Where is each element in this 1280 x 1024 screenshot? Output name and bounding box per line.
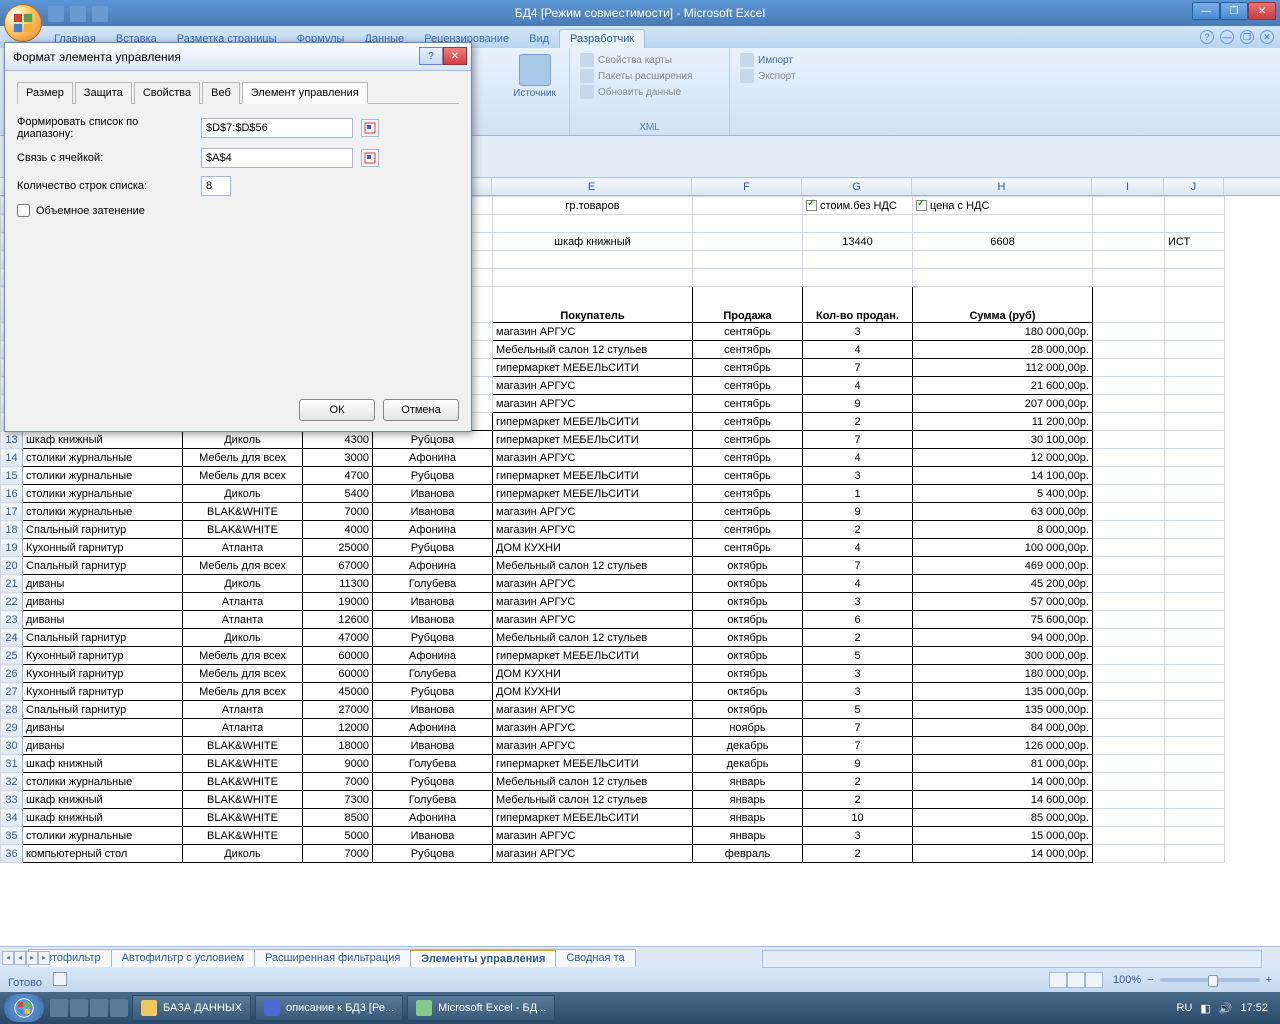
- windows-taskbar: БАЗА ДАННЫХ описание к БД3 [Ре... Micros…: [0, 992, 1280, 1024]
- zoom-in-icon[interactable]: +: [1266, 974, 1272, 986]
- rows-label: Количество строк списка:: [17, 180, 193, 192]
- taskbar-item-folder[interactable]: БАЗА ДАННЫХ: [132, 995, 251, 1021]
- qat-save-icon[interactable]: [48, 6, 64, 22]
- dialog-tab-2[interactable]: Свойства: [134, 82, 200, 104]
- horizontal-scrollbar[interactable]: [762, 950, 1262, 968]
- help-controls: ? — ❐ ✕: [1200, 30, 1274, 44]
- minimize-ribbon-icon[interactable]: —: [1220, 30, 1234, 44]
- clock[interactable]: 17:52: [1240, 1002, 1268, 1014]
- status-text: Готово: [8, 977, 42, 989]
- dialog-help-button[interactable]: ?: [419, 47, 443, 65]
- restore-button[interactable]: ❐: [1220, 2, 1248, 20]
- refresh-icon: [580, 85, 594, 99]
- xml-source-button[interactable]: Источник: [508, 52, 561, 101]
- zoom-slider[interactable]: [1160, 978, 1260, 982]
- range-selector-button[interactable]: [361, 119, 379, 137]
- help-icon[interactable]: ?: [1200, 30, 1214, 44]
- range-input[interactable]: [201, 118, 353, 138]
- sheet-tab-3[interactable]: Элементы управления: [410, 949, 556, 967]
- zoom-control[interactable]: 100% − +: [1113, 974, 1272, 986]
- import-button[interactable]: Импорт: [738, 52, 812, 68]
- quick-launch[interactable]: [50, 999, 128, 1017]
- dialog-title: Формат элемента управления: [13, 50, 181, 64]
- range-label: Формировать список по диапазону:: [17, 116, 193, 140]
- sheet-tab-1[interactable]: Автофильтр с условием: [111, 949, 255, 967]
- export-button[interactable]: Экспорт: [738, 68, 812, 84]
- map-properties-button[interactable]: Свойства карты: [578, 52, 721, 68]
- export-icon: [740, 69, 754, 83]
- import-icon: [740, 53, 754, 67]
- ext-packs-button[interactable]: Пакеты расширения: [578, 68, 721, 84]
- dialog-tabs: РазмерЗащитаСвойстваВебЭлемент управлени…: [17, 81, 459, 104]
- format-control-dialog: Формат элемента управления ? ✕ РазмерЗащ…: [4, 42, 472, 432]
- xml-source-label: Источник: [513, 88, 556, 99]
- office-button[interactable]: [4, 4, 42, 42]
- word-icon: [264, 1000, 280, 1016]
- dialog-close-button[interactable]: ✕: [443, 47, 467, 65]
- link-input[interactable]: [201, 148, 353, 168]
- xml-group-label: XML: [570, 122, 729, 133]
- link-selector-button[interactable]: [361, 149, 379, 167]
- ext-packs-icon: [580, 69, 594, 83]
- ribbon-tab-6[interactable]: Вид: [519, 30, 559, 48]
- quick-access-toolbar: [48, 6, 108, 22]
- taskbar-item-word[interactable]: описание к БД3 [Ре...: [255, 995, 403, 1021]
- zoom-out-icon[interactable]: −: [1147, 974, 1153, 986]
- macro-record-icon[interactable]: [53, 972, 67, 986]
- taskbar-item-excel[interactable]: Microsoft Excel - БД...: [407, 995, 555, 1021]
- ribbon-tab-7[interactable]: Разработчик: [559, 29, 645, 48]
- view-buttons[interactable]: [1049, 972, 1103, 988]
- status-bar: Готово 100% − +: [0, 968, 1280, 992]
- qat-undo-icon[interactable]: [70, 6, 86, 22]
- close-button[interactable]: ✕: [1248, 2, 1276, 20]
- dialog-titlebar[interactable]: Формат элемента управления ? ✕: [5, 43, 471, 71]
- map-properties-icon: [580, 53, 594, 67]
- zoom-level: 100%: [1113, 974, 1141, 986]
- folder-icon: [141, 1000, 157, 1016]
- cancel-button[interactable]: Отмена: [383, 399, 459, 421]
- tray-icon[interactable]: ◧: [1200, 1002, 1210, 1015]
- excel-icon: [416, 1000, 432, 1016]
- refresh-data-button[interactable]: Обновить данные: [578, 84, 721, 100]
- xml-source-icon: [519, 54, 551, 86]
- ok-button[interactable]: ОК: [299, 399, 375, 421]
- tab-nav-arrows[interactable]: ◂◂▸▸: [2, 951, 50, 965]
- dialog-tab-0[interactable]: Размер: [17, 82, 73, 104]
- dialog-tab-4[interactable]: Элемент управления: [242, 82, 368, 104]
- dialog-tab-3[interactable]: Веб: [202, 82, 240, 104]
- sheet-tab-2[interactable]: Расширенная фильтрация: [254, 949, 411, 967]
- app-title: БД4 [Режим совместимости] - Microsoft Ex…: [0, 6, 1280, 20]
- sheet-tab-4[interactable]: Сводная та: [555, 949, 635, 967]
- minimize-button[interactable]: —: [1192, 2, 1220, 20]
- system-tray: RU ◧ 🔊 17:52: [1176, 1002, 1276, 1015]
- dialog-tab-1[interactable]: Защита: [75, 82, 132, 104]
- window-titlebar: БД4 [Режим совместимости] - Microsoft Ex…: [0, 0, 1280, 26]
- link-label: Связь с ячейкой:: [17, 152, 193, 164]
- shade-label: Объемное затенение: [36, 205, 145, 217]
- qat-redo-icon[interactable]: [92, 6, 108, 22]
- shade-checkbox[interactable]: [17, 204, 30, 217]
- window-restore-icon[interactable]: ❐: [1240, 30, 1254, 44]
- start-button[interactable]: [4, 994, 44, 1022]
- language-indicator[interactable]: RU: [1176, 1002, 1192, 1014]
- window-close-icon[interactable]: ✕: [1260, 30, 1274, 44]
- volume-icon[interactable]: 🔊: [1219, 1002, 1233, 1015]
- rows-input[interactable]: [201, 176, 231, 196]
